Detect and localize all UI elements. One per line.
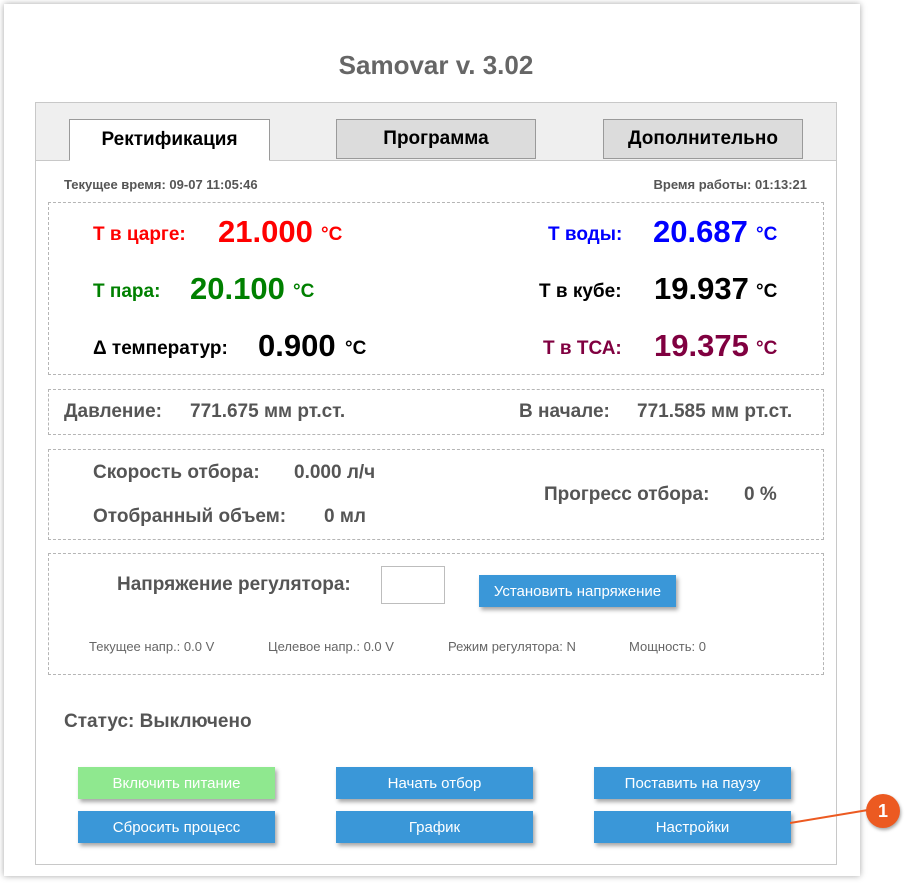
tank-temp-value: 19.937 [654,271,749,306]
settings-button[interactable]: Настройки [594,811,791,843]
current-voltage: Текущее напр.: 0.0 V [89,639,215,654]
regulator-mode: Режим регулятора: N [448,639,576,654]
speed-label: Скорость отбора: [93,462,260,483]
volume-value: 0 мл [324,506,366,527]
tsa-temp-label: Т в ТСА: [543,338,622,359]
column-temp-unit: °C [321,224,343,245]
pause-button[interactable]: Поставить на паузу [594,767,791,799]
water-temp-unit: °C [756,224,778,245]
power-on-button[interactable]: Включить питание [78,767,275,799]
tank-temp-unit: °C [756,281,778,302]
speed-value: 0.000 л/ч [294,462,376,483]
current-time: Текущее время: 09-07 11:05:46 [64,177,258,192]
volume-label: Отобранный объем: [93,506,287,527]
tab-rectification[interactable]: Ректификация [69,119,270,161]
steam-temp-value: 20.100 [190,271,285,306]
tsa-temp-value: 19.375 [654,328,749,363]
tab-bar: Ректификация Программа Дополнительно [36,103,836,161]
start-pressure-value: 771.585 мм рт.ст. [637,401,793,422]
uptime: Время работы: 01:13:21 [653,177,807,192]
reset-process-button[interactable]: Сбросить процесс [78,811,275,843]
column-temp-value: 21.000 [218,214,313,249]
set-voltage-button[interactable]: Установить напряжение [479,575,676,607]
callout-badge: 1 [866,794,900,828]
water-temp-label: Т воды: [548,224,623,245]
status-text: Статус: Выключено [64,711,252,732]
steam-temp-unit: °C [293,281,315,302]
chart-button[interactable]: График [336,811,533,843]
tsa-temp-unit: °C [756,338,778,359]
progress-label: Прогресс отбора: [544,484,710,505]
tab-program[interactable]: Программа [336,119,536,159]
start-withdrawal-button[interactable]: Начать отбор [336,767,533,799]
delta-temp-value: 0.900 [258,328,336,363]
power-readout: Мощность: 0 [629,639,706,654]
tab-additional[interactable]: Дополнительно [603,119,803,159]
progress-value: 0 % [744,484,777,505]
target-voltage: Целевое напр.: 0.0 V [268,639,394,654]
voltage-label: Напряжение регулятора: [117,574,351,595]
tank-temp-label: Т в кубе: [539,281,622,302]
app-title: Samovar v. 3.02 [338,50,534,80]
steam-temp-label: Т пара: [93,281,161,302]
voltage-input[interactable] [381,566,445,604]
pressure-value: 771.675 мм рт.ст. [190,401,346,422]
pressure-label: Давление: [64,401,162,422]
delta-temp-unit: °C [345,338,367,359]
column-temp-label: Т в царге: [93,224,186,245]
delta-temp-label: Δ температур: [93,338,228,359]
water-temp-value: 20.687 [653,214,748,249]
start-pressure-label: В начале: [519,401,610,422]
